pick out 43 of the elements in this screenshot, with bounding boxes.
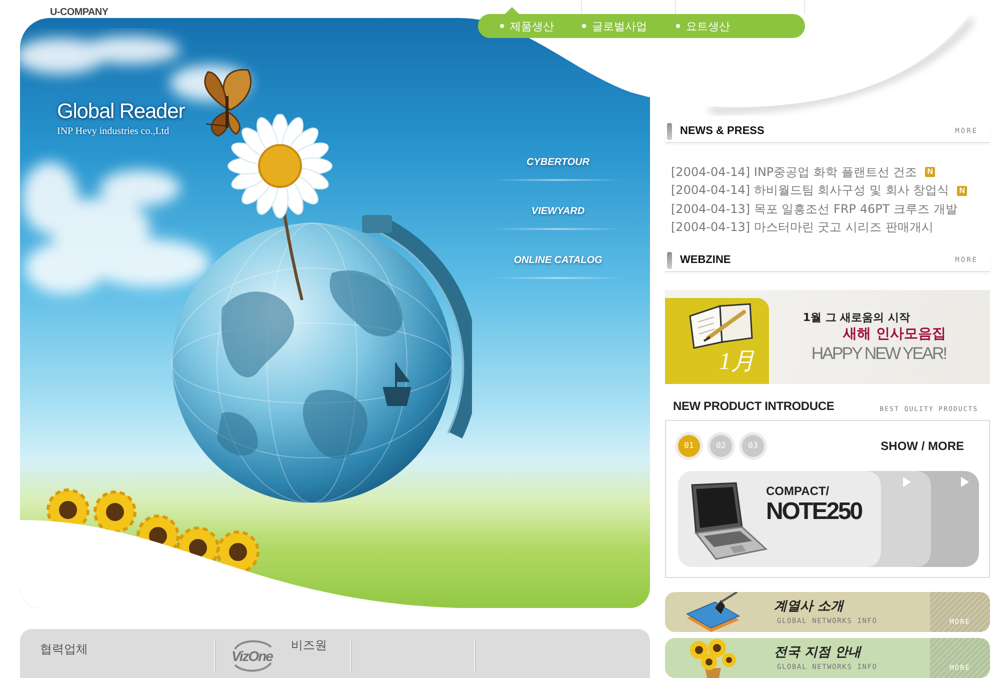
new-badge: N xyxy=(925,167,936,178)
news-link[interactable]: [2004-04-13] 목포 일흥조선 FRP 46PT 크루즈 개발 xyxy=(671,200,958,218)
hero-menu-link[interactable]: CYBERTOUR xyxy=(493,156,623,181)
show-more-link[interactable]: SHOW / MORE xyxy=(880,439,964,453)
bar-icon xyxy=(667,122,672,140)
partner-label: 협력업체 xyxy=(40,641,88,658)
banner-greeting: HAPPY NEW YEAR! xyxy=(811,344,946,364)
hero-title: Global Reader xyxy=(57,100,185,124)
product-model: NOTE250 xyxy=(766,498,862,525)
bullet-icon xyxy=(500,24,504,28)
news-link[interactable]: [2004-04-14] INP중공업 화학 플랜트선 건조 xyxy=(671,164,918,181)
banner-headline: 새해 인사모음집 xyxy=(843,325,946,344)
partner-logo[interactable]: VizOne xyxy=(227,639,277,673)
product-slide-tab[interactable] xyxy=(917,471,979,567)
bar-icon xyxy=(667,252,672,268)
nav-link[interactable]: 제품생산 xyxy=(500,18,554,34)
book-pen-icon xyxy=(684,592,740,632)
nav-link[interactable]: 요트생산 xyxy=(676,18,730,34)
webzine-banner[interactable]: 1月 1월 그 새로움의 시작 새해 인사모음집 HAPPY NEW YEAR! xyxy=(665,290,990,384)
news-link[interactable]: [2004-04-14] 하비월드팀 회사구성 및 회사 창업식 xyxy=(671,182,950,200)
product-card[interactable]: COMPACT/ NOTE250 xyxy=(678,471,867,567)
banner-title: 전국 지점 안내 xyxy=(774,644,863,660)
product-category: COMPACT/ xyxy=(766,485,830,498)
page-button[interactable]: 01 xyxy=(678,435,700,457)
nav-link[interactable]: 글로벌사업 xyxy=(582,18,647,34)
company-logo[interactable]: U-COMPANY xyxy=(50,7,108,19)
bullet-icon xyxy=(676,24,680,28)
hero-subtitle: INP Hevy industries co.,Ltd xyxy=(57,126,170,138)
partner-name: 비즈원 xyxy=(291,637,327,654)
news-link[interactable]: [2004-04-13] 마스터마린 굿고 시리즈 판매개시 xyxy=(671,219,934,236)
bullet-icon xyxy=(582,24,586,28)
play-icon xyxy=(961,477,969,487)
banner-kicker: 1월 그 새로움의 시작 xyxy=(802,310,910,325)
hero-menu-link[interactable]: VIEWYARD xyxy=(493,205,623,230)
section-title: WEBZINE xyxy=(680,254,731,266)
play-icon xyxy=(903,477,911,487)
section-title: NEWS & PRESS xyxy=(680,124,764,138)
hero-menu-link[interactable]: ONLINE CATALOG xyxy=(493,254,623,279)
banner-title: 계열사 소개 xyxy=(774,598,846,614)
section-title: NEW PRODUCT INTRODUCE xyxy=(673,399,834,413)
notebook-pen-icon xyxy=(686,300,756,350)
new-badge: N xyxy=(957,186,968,196)
month-label: 1月 xyxy=(719,348,755,376)
